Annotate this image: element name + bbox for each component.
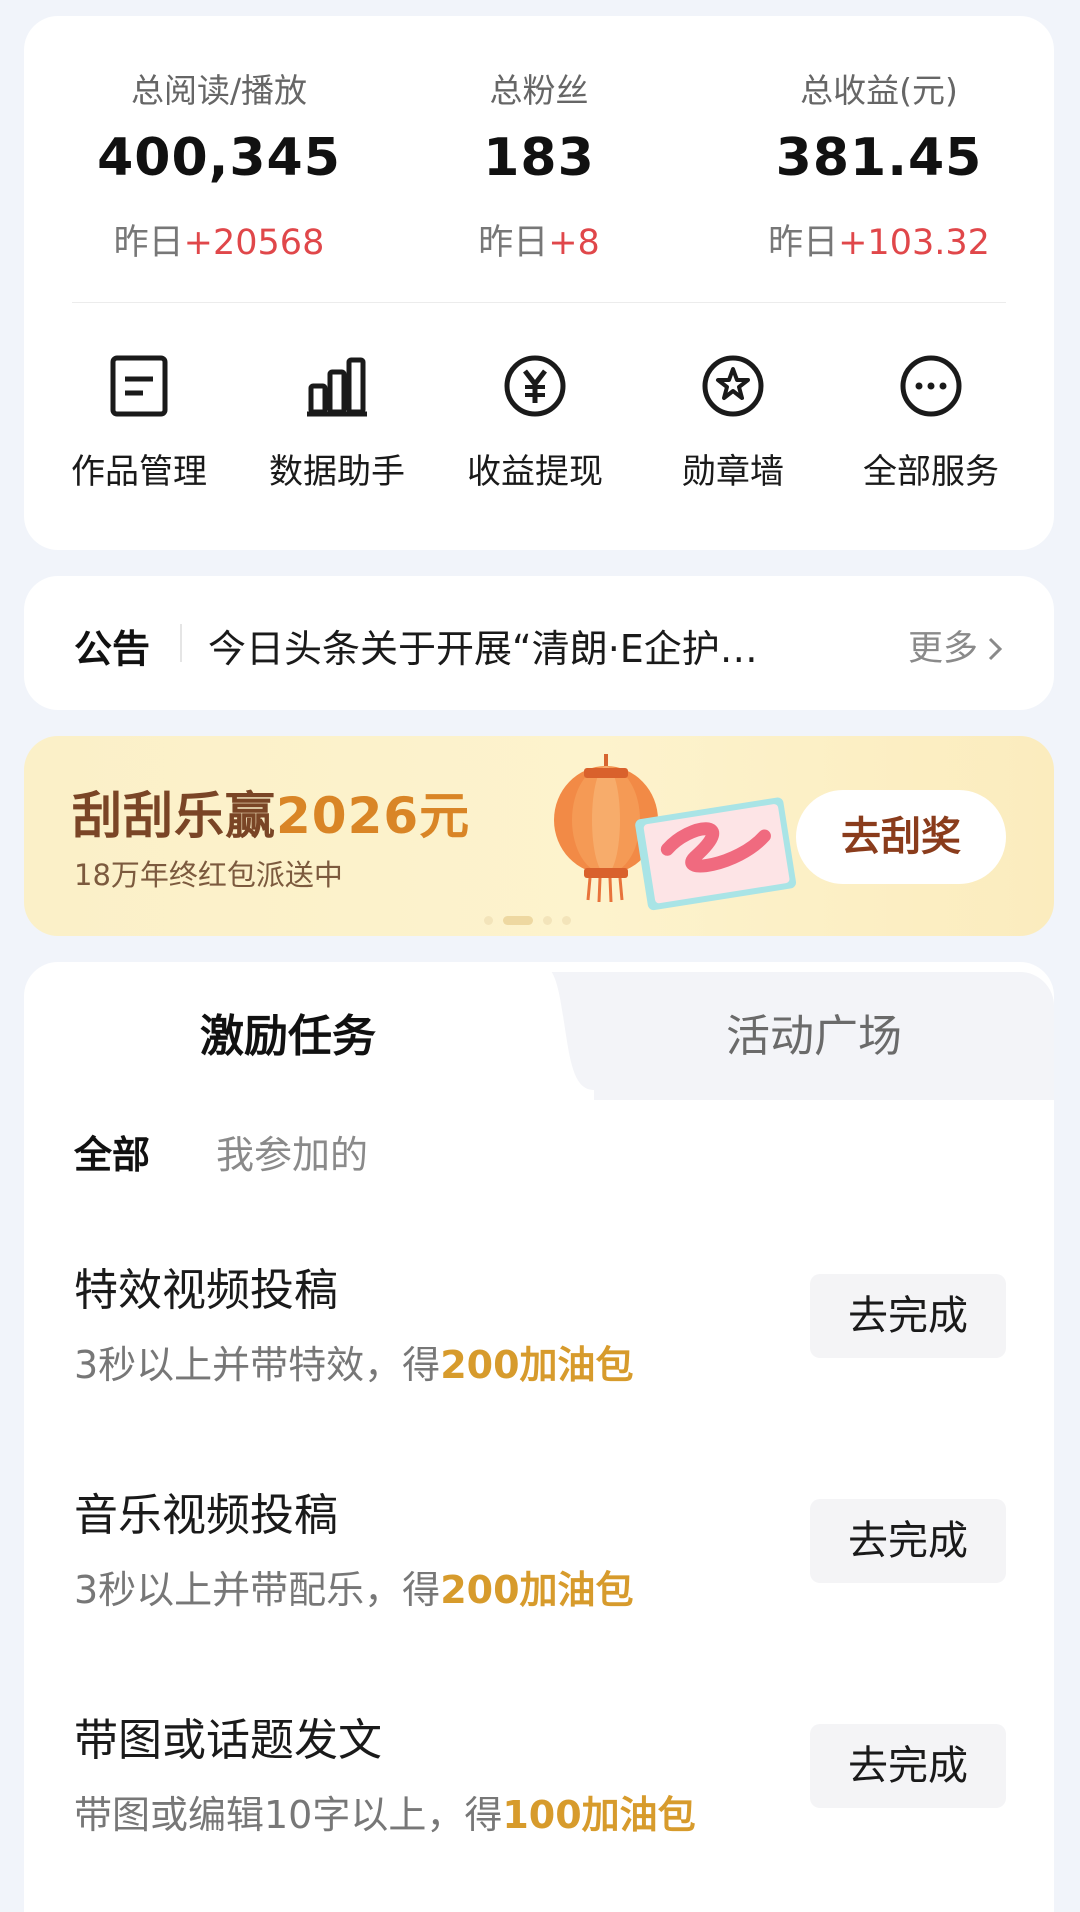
stat-label: 总阅读/播放 [130,71,308,110]
service-label: 全部服务 [863,452,999,492]
task-item: 特效视频投稿 3秒以上并带特效，得200加油包 去完成 [24,1254,1054,1414]
stat-delta-value: +20568 [183,223,325,263]
more-icon [900,355,962,417]
task-desc-text: 带图或编辑10字以上，得 [74,1793,503,1837]
banner-subtitle: 18万年终红包派送中 [74,858,343,892]
stat-delta-prefix: 昨日 [478,223,549,263]
task-title: 音乐视频投稿 [74,1490,338,1541]
task-desc-text: 3秒以上并带特效，得 [74,1343,441,1387]
stat-delta-prefix: 昨日 [113,223,184,263]
scratch-button[interactable]: 去刮奖 [796,790,1006,884]
banner-title-main: 刮刮乐赢 [72,787,276,845]
service-data-assistant[interactable]: 数据助手 [242,354,432,493]
medal-icon [702,355,764,417]
complete-task-button[interactable]: 去完成 [810,1724,1006,1808]
service-medal-wall[interactable]: 勋章墙 [638,354,828,493]
stat-delta-prefix: 昨日 [768,223,839,263]
tab-incentive-tasks[interactable]: 激励任务 [200,1000,376,1064]
yuan-icon [504,355,566,417]
more-label: 更多 [907,629,978,669]
task-description: 3秒以上并带特效，得200加油包 [74,1334,634,1389]
bar-chart-icon [307,357,367,417]
stat-delta: 昨日+20568 [49,214,389,265]
service-all-services[interactable]: 全部服务 [836,354,1026,493]
complete-task-button[interactable]: 去完成 [810,1274,1006,1358]
stat-value: 381.45 [775,128,983,188]
announcement-text[interactable]: 今日头条关于开展“清朗·E企护… [208,618,848,673]
stat-label: 总粉丝 [489,71,589,110]
stat-label: 总收益(元) [800,71,958,110]
service-label: 勋章墙 [682,452,784,492]
task-title: 特效视频投稿 [74,1265,338,1316]
task-item: 音乐视频投稿 3秒以上并带配乐，得200加油包 去完成 [24,1479,1054,1639]
filter-all[interactable]: 全部 [74,1124,150,1179]
task-description: 3秒以上并带配乐，得200加油包 [74,1559,634,1614]
carousel-dot [562,916,571,925]
task-reward: 200加油包 [440,1568,634,1612]
stat-delta: 昨日+103.32 [709,214,1049,265]
scratch-card-banner[interactable]: 刮刮乐赢2026元 18万年终红包派送中 去刮奖 [24,736,1054,936]
more-link[interactable]: 更多 [908,620,1004,671]
stat-delta-value: +8 [548,223,600,263]
tasks-card: 激励任务 活动广场 全部 我参加的 特效视频投稿 3秒以上并带特效，得200加油… [24,962,1054,1912]
banner-title-amount: 2026元 [276,787,471,845]
carousel-dot [543,916,552,925]
carousel-dot [484,916,493,925]
announcement-label: 公告 [74,627,151,671]
carousel-dot-active [503,916,533,925]
service-withdraw[interactable]: 收益提现 [440,354,630,493]
stats-card: 总阅读/播放 400,345 昨日+20568 总粉丝 183 昨日+8 总收益… [24,16,1054,550]
stat-value: 183 [483,128,595,188]
task-item: 带图或话题发文 带图或编辑10字以上，得100加油包 去完成 [24,1704,1054,1864]
stat-delta: 昨日+8 [369,214,709,265]
task-title: 带图或话题发文 [74,1715,382,1766]
service-label: 数据助手 [269,452,405,492]
stat-value: 400,345 [97,128,341,188]
task-desc-text: 3秒以上并带配乐，得 [74,1568,441,1612]
document-icon [110,355,168,417]
task-reward: 200加油包 [440,1343,634,1387]
service-works-management[interactable]: 作品管理 [44,354,234,493]
tab-activity-plaza[interactable]: 活动广场 [726,1000,902,1064]
task-reward: 100加油包 [502,1793,696,1837]
service-label: 作品管理 [71,452,207,492]
announcement-bar[interactable]: 公告 今日头条关于开展“清朗·E企护… 更多 [24,576,1054,710]
service-label: 收益提现 [467,452,603,492]
chevron-right-icon [988,637,1003,661]
carousel-indicator [484,910,581,929]
complete-task-button[interactable]: 去完成 [810,1499,1006,1583]
tab-curve-shape [514,962,594,1100]
lantern-scratch-card-illustration [554,754,797,911]
banner-title: 刮刮乐赢2026元 [72,776,470,848]
divider [180,624,182,662]
task-description: 带图或编辑10字以上，得100加油包 [74,1784,696,1839]
stat-delta-value: +103.32 [838,223,990,263]
filter-joined[interactable]: 我参加的 [216,1124,368,1179]
divider [72,302,1006,303]
